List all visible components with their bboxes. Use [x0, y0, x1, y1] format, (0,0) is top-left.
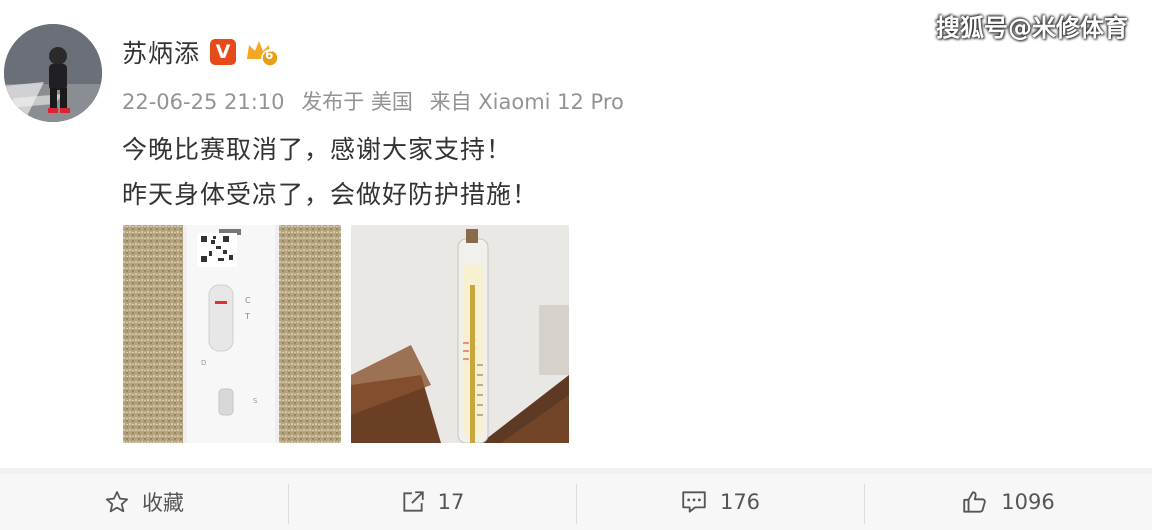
svg-text:T: T: [244, 312, 250, 321]
like-count: 1096: [1001, 490, 1055, 514]
test-strip-photo[interactable]: C T D S: [123, 225, 341, 443]
source-watermark: 搜狐号@米修体育: [936, 14, 1128, 42]
favorite-label: 收藏: [142, 491, 184, 515]
comment-button[interactable]: 176: [576, 474, 864, 530]
post-device: 来自 Xiaomi 12 Pro: [429, 90, 624, 114]
author-avatar[interactable]: [4, 24, 102, 122]
action-bar: 收藏 17 176 1096: [0, 474, 1152, 530]
favorite-button[interactable]: 收藏: [0, 474, 288, 530]
weibo-post-card: 苏炳添 V 6 22-06-25 21:10 发布于 美国 来自 Xiaomi …: [0, 0, 1152, 468]
avatar-photo: [4, 24, 102, 122]
thermometer-photo[interactable]: [351, 225, 569, 443]
star-icon: [105, 491, 129, 513]
svg-text:C: C: [245, 296, 251, 305]
thumbs-up-icon: [963, 491, 987, 513]
post-text-line-1: 今晚比赛取消了，感谢大家支持！: [122, 135, 513, 164]
svg-text:S: S: [253, 397, 258, 405]
share-icon: [403, 491, 424, 512]
svg-text:D: D: [201, 359, 206, 367]
post-text-line-2: 昨天身体受凉了，会做好防护措施！: [122, 180, 539, 209]
post-meta: 22-06-25 21:10 发布于 美国 来自 Xiaomi 12 Pro: [122, 86, 634, 116]
post-location: 发布于 美国: [301, 90, 413, 114]
like-button[interactable]: 1096: [864, 474, 1152, 530]
comment-count: 176: [719, 490, 761, 514]
level-number: 6: [265, 48, 274, 62]
author-name[interactable]: 苏炳添: [122, 34, 200, 70]
post-timestamp[interactable]: 22-06-25 21:10: [122, 90, 285, 114]
share-button[interactable]: 17: [288, 474, 576, 530]
share-count: 17: [437, 490, 465, 514]
comment-icon: [682, 491, 706, 513]
vip-crown-icon[interactable]: 6: [244, 37, 279, 67]
verified-badge[interactable]: V: [210, 39, 237, 65]
author-row: 苏炳添 V 6: [122, 34, 279, 70]
